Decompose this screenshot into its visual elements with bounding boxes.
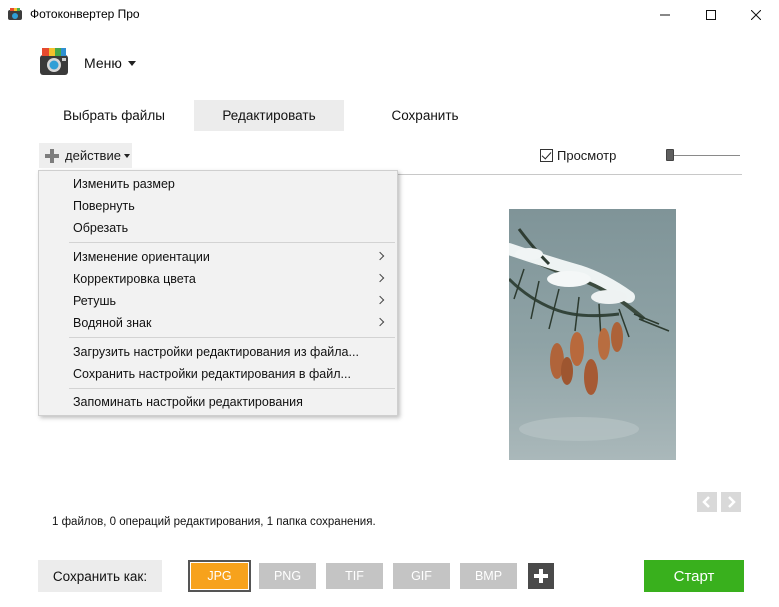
status-text: 1 файлов, 0 операций редактирования, 1 п…	[52, 516, 376, 528]
next-image-button[interactable]	[721, 492, 741, 512]
format-label: PNG	[273, 569, 302, 583]
app-logo-icon	[8, 8, 22, 20]
menu-item-crop[interactable]: Обрезать	[39, 217, 397, 239]
maximize-icon	[706, 10, 716, 20]
menu-item-label: Запоминать настройки редактирования	[73, 395, 303, 409]
image-preview	[509, 209, 676, 460]
app-logo-icon	[40, 48, 68, 75]
menu-separator	[69, 242, 395, 243]
menu-item-label: Изменение ориентации	[73, 250, 210, 264]
chevron-right-icon	[375, 295, 385, 305]
format-gif-button[interactable]: GIF	[393, 563, 450, 589]
previous-image-button[interactable]	[697, 492, 717, 512]
save-as-text: Сохранить как:	[52, 568, 148, 584]
menu-separator	[69, 337, 395, 338]
close-button[interactable]	[733, 0, 779, 30]
main-menu-label: Меню	[84, 55, 122, 71]
format-bmp-button[interactable]: BMP	[460, 563, 517, 589]
menu-item-label: Ретушь	[73, 294, 116, 308]
menu-item-watermark[interactable]: Водяной знак	[39, 312, 397, 334]
menu-item-load-settings[interactable]: Загрузить настройки редактирования из фа…	[39, 341, 397, 363]
tab-label: Сохранить	[391, 108, 459, 123]
menu-item-label: Сохранить настройки редактирования в фай…	[73, 367, 351, 381]
maximize-button[interactable]	[688, 0, 734, 30]
action-dropdown-menu: Изменить размер Повернуть Обрезать Измен…	[38, 170, 398, 416]
action-dropdown-button[interactable]: действие	[39, 143, 132, 168]
menu-item-label: Корректировка цвета	[73, 272, 196, 286]
menu-item-resize[interactable]: Изменить размер	[39, 173, 397, 195]
plus-icon	[45, 148, 59, 163]
save-as-label: Сохранить как:	[38, 560, 162, 592]
chevron-right-icon	[728, 496, 736, 508]
chevron-right-icon	[375, 317, 385, 327]
tab-select-files[interactable]: Выбрать файлы	[45, 100, 183, 131]
zoom-slider-track[interactable]	[668, 155, 740, 156]
chevron-right-icon	[375, 273, 385, 283]
menu-item-label: Водяной знак	[73, 316, 152, 330]
format-jpg-button[interactable]: JPG	[188, 560, 251, 592]
chevron-left-icon	[702, 496, 710, 508]
chevron-down-icon	[123, 153, 130, 158]
photo-thumbnail	[509, 209, 676, 460]
format-label: TIF	[345, 569, 364, 583]
menu-separator	[69, 388, 395, 389]
action-label: действие	[65, 148, 121, 163]
menu-item-remember-settings[interactable]: Запоминать настройки редактирования	[39, 391, 397, 413]
close-icon	[751, 10, 761, 20]
tab-save[interactable]: Сохранить	[355, 100, 495, 131]
start-button[interactable]: Старт	[644, 560, 744, 592]
format-tif-button[interactable]: TIF	[326, 563, 383, 589]
preview-checkbox[interactable]: Просмотр	[540, 148, 616, 163]
main-menu-button[interactable]: Меню	[84, 55, 136, 71]
chevron-down-icon	[127, 60, 136, 66]
menu-item-label: Загрузить настройки редактирования из фа…	[73, 345, 359, 359]
window-title: Фотоконвертер Про	[30, 7, 140, 21]
minimize-icon	[660, 14, 670, 16]
menu-item-label: Обрезать	[73, 221, 129, 235]
format-label: BMP	[474, 569, 503, 583]
tab-edit[interactable]: Редактировать	[194, 100, 344, 131]
tab-label: Выбрать файлы	[63, 108, 165, 123]
preview-label: Просмотр	[557, 148, 617, 163]
format-label: GIF	[411, 569, 432, 583]
zoom-slider-thumb[interactable]	[666, 149, 674, 161]
menu-item-label: Изменить размер	[73, 177, 175, 191]
tab-label: Редактировать	[222, 108, 316, 123]
start-label: Старт	[673, 567, 715, 585]
menu-item-retouch[interactable]: Ретушь	[39, 290, 397, 312]
format-label: JPG	[207, 569, 232, 583]
checkbox-checked-icon[interactable]	[540, 149, 553, 162]
format-png-button[interactable]: PNG	[259, 563, 316, 589]
minimize-button[interactable]	[642, 0, 688, 30]
menu-item-label: Повернуть	[73, 199, 135, 213]
menu-item-orientation[interactable]: Изменение ориентации	[39, 246, 397, 268]
menu-item-rotate[interactable]: Повернуть	[39, 195, 397, 217]
add-format-button[interactable]	[528, 563, 554, 589]
chevron-right-icon	[375, 251, 385, 261]
menu-item-color-correction[interactable]: Корректировка цвета	[39, 268, 397, 290]
title-bar: Фотоконвертер Про	[0, 0, 779, 30]
menu-item-save-settings[interactable]: Сохранить настройки редактирования в фай…	[39, 363, 397, 385]
